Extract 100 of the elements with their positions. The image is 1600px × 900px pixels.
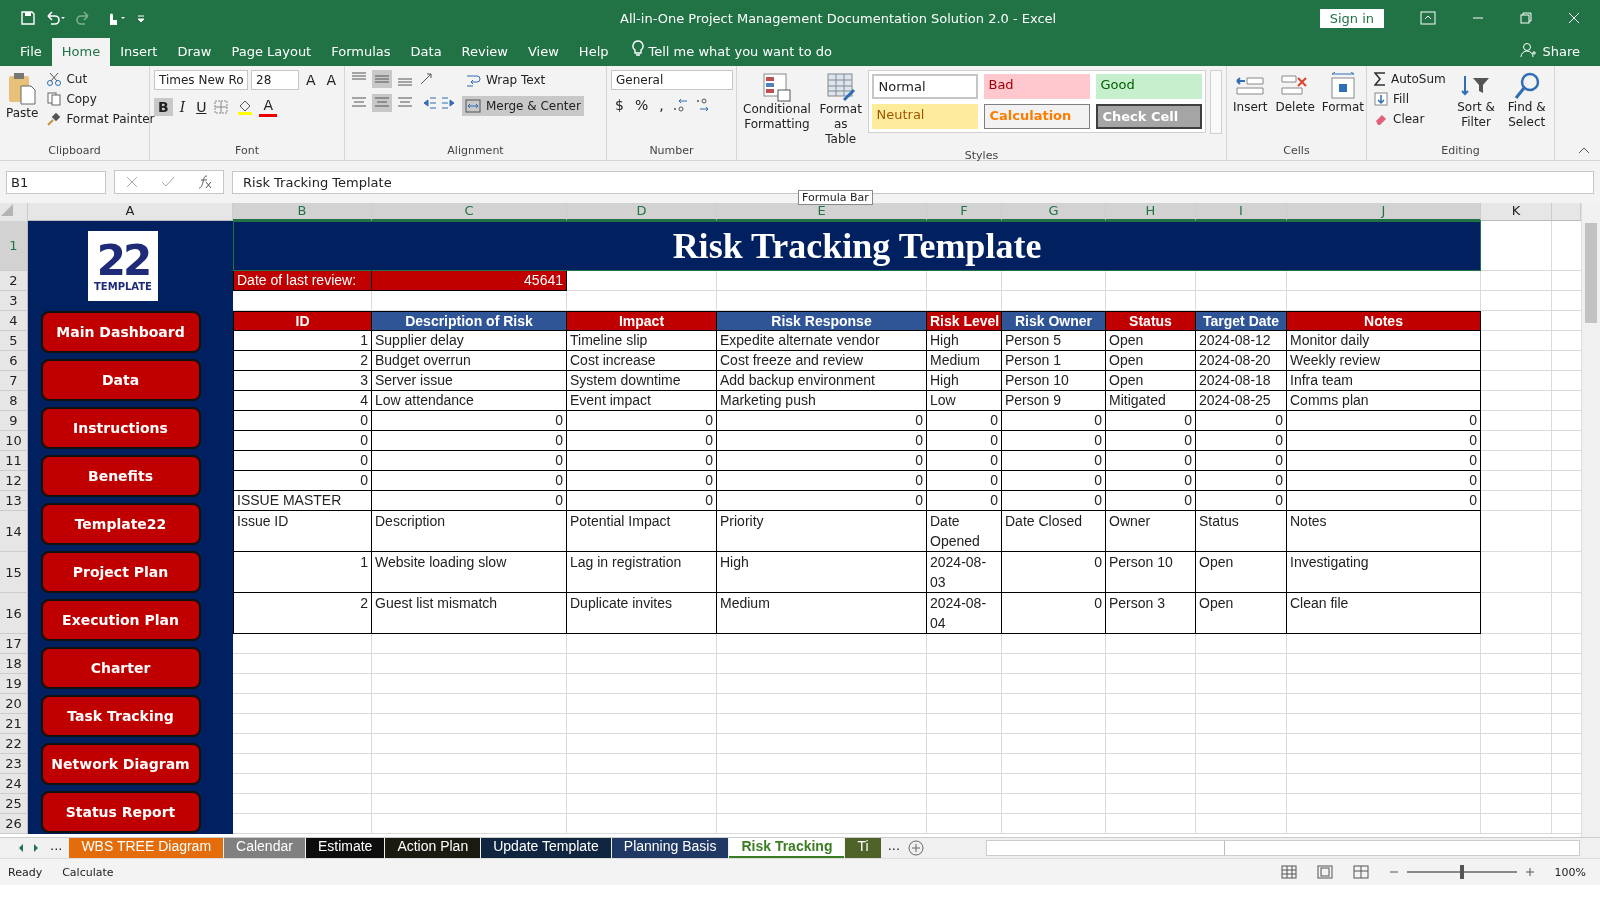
normal-view-icon[interactable] xyxy=(1280,865,1297,879)
gallery-scrollbar[interactable] xyxy=(1210,70,1222,134)
name-box[interactable]: B1 xyxy=(6,170,106,194)
zoom-in-icon[interactable] xyxy=(1524,867,1535,877)
sort-filter-button[interactable]: Sort & Filter xyxy=(1452,70,1500,132)
ribbon-tab[interactable]: Draw xyxy=(167,38,222,66)
align-icon[interactable] xyxy=(372,94,392,112)
column-header[interactable]: B xyxy=(233,203,372,221)
delete-cells-button[interactable]: Delete xyxy=(1273,70,1317,117)
row-header[interactable]: 9 xyxy=(0,411,28,431)
ribbon-tab[interactable]: Data xyxy=(400,38,452,66)
row-header[interactable]: 17 xyxy=(0,634,28,654)
wrap-text-button[interactable]: Wrap Text xyxy=(462,70,584,90)
ribbon-tab[interactable]: Page Layout xyxy=(221,38,322,66)
navigation-button[interactable]: Main Dashboard xyxy=(40,311,201,353)
navigation-button[interactable]: Network Diagram xyxy=(40,743,201,785)
paste-button[interactable]: Paste xyxy=(4,70,41,123)
column-header[interactable]: D xyxy=(567,203,717,221)
row-header[interactable]: 23 xyxy=(0,754,28,774)
currency-button[interactable]: $ xyxy=(611,96,628,114)
row-header[interactable]: 11 xyxy=(0,451,28,471)
sheet-tab[interactable]: Action Plan xyxy=(385,838,481,858)
row-header[interactable]: 22 xyxy=(0,734,28,754)
percent-button[interactable]: % xyxy=(630,96,653,114)
format-cells-button[interactable]: Format xyxy=(1320,70,1365,117)
column-header[interactable]: G xyxy=(1002,203,1106,221)
row-header[interactable]: 15 xyxy=(0,552,28,593)
align-icon[interactable] xyxy=(372,70,392,88)
check-icon[interactable] xyxy=(161,175,175,189)
row-header[interactable]: 6 xyxy=(0,351,28,371)
ribbon-tab[interactable]: Home xyxy=(51,38,111,66)
sheet-tab[interactable]: Planning Basis xyxy=(611,838,729,858)
decrease-font-button[interactable]: A xyxy=(322,71,341,89)
font-name-dropdown[interactable]: Times New Ro xyxy=(154,70,248,90)
sheet-tab[interactable]: Estimate xyxy=(305,838,385,858)
add-sheet-icon[interactable] xyxy=(907,839,926,857)
row-header[interactable]: 10 xyxy=(0,431,28,451)
undo-icon[interactable] xyxy=(44,10,66,26)
ribbon-tab[interactable]: View xyxy=(518,38,569,66)
column-header[interactable]: E xyxy=(717,203,927,221)
cancel-icon[interactable] xyxy=(125,175,139,189)
ribbon-tab[interactable]: Formulas xyxy=(321,38,401,66)
navigation-button[interactable]: Project Plan xyxy=(40,551,201,593)
row-header[interactable]: 16 xyxy=(0,593,28,634)
vertical-scrollbar[interactable] xyxy=(1581,203,1600,837)
sheet-tab[interactable]: Ti xyxy=(845,838,881,858)
insert-cells-button[interactable]: Insert xyxy=(1231,70,1270,117)
bold-button[interactable]: B xyxy=(154,97,173,116)
cell-style-swatch[interactable]: Neutral xyxy=(872,104,979,129)
navigation-button[interactable]: Charter xyxy=(40,647,201,689)
more-sheets-button[interactable]: ... xyxy=(881,838,907,858)
row-header[interactable]: 18 xyxy=(0,654,28,674)
autosum-button[interactable]: AutoSum xyxy=(1371,70,1449,88)
more-sheets-button[interactable]: ... xyxy=(44,838,69,858)
row-header[interactable]: 8 xyxy=(0,391,28,411)
merge-center-button[interactable]: Merge & Center xyxy=(462,96,584,116)
row-header[interactable]: 1 xyxy=(0,221,28,271)
ribbon-tab[interactable]: Help xyxy=(568,38,619,66)
horizontal-scrollbar[interactable] xyxy=(986,840,1580,856)
navigation-button[interactable]: Benefits xyxy=(40,455,201,497)
navigation-button[interactable]: Status Report xyxy=(40,791,201,833)
navigation-button[interactable]: Template22 xyxy=(40,503,201,545)
sheet-tab[interactable]: Calendar xyxy=(224,838,305,858)
restore-icon[interactable] xyxy=(1520,12,1532,24)
row-header[interactable]: 3 xyxy=(0,291,28,311)
zoom-slider-thumb[interactable] xyxy=(1459,865,1464,879)
sign-in-button[interactable]: Sign in xyxy=(1319,8,1384,28)
conditional-formatting-button[interactable]: Conditional Formatting xyxy=(741,70,813,134)
sheet-tab[interactable]: Risk Tracking xyxy=(729,838,845,858)
page-layout-icon[interactable] xyxy=(1316,865,1333,879)
format-as-table-button[interactable]: Format as Table xyxy=(816,70,865,149)
clear-button[interactable]: Clear xyxy=(1371,110,1449,128)
row-header[interactable]: 7 xyxy=(0,371,28,391)
column-header[interactable]: J xyxy=(1287,203,1481,221)
increase-font-button[interactable]: A xyxy=(302,71,320,89)
row-header[interactable]: 25 xyxy=(0,794,28,814)
comma-button[interactable]: , xyxy=(655,96,668,114)
navigation-button[interactable]: Task Tracking xyxy=(40,695,201,737)
row-header[interactable]: 5 xyxy=(0,331,28,351)
font-color-button[interactable]: A xyxy=(259,96,278,117)
row-header[interactable]: 4 xyxy=(0,311,28,331)
page-break-icon[interactable] xyxy=(1352,865,1369,879)
font-size-dropdown[interactable]: 28 xyxy=(251,70,299,90)
ribbon-tab[interactable]: Insert xyxy=(110,38,168,66)
column-header[interactable]: C xyxy=(372,203,567,221)
column-header[interactable]: I xyxy=(1196,203,1287,221)
row-header[interactable]: 20 xyxy=(0,694,28,714)
fill-button[interactable]: Fill xyxy=(1371,90,1449,108)
share-button[interactable]: Share xyxy=(1536,44,1600,66)
formula-field[interactable]: Risk Tracking Template xyxy=(232,170,1594,194)
column-header[interactable]: K xyxy=(1481,203,1552,221)
collapse-ribbon-icon[interactable] xyxy=(1578,146,1590,154)
save-icon[interactable] xyxy=(20,10,36,26)
navigation-button[interactable]: Execution Plan xyxy=(40,599,201,641)
row-header[interactable]: 26 xyxy=(0,814,28,834)
number-format-dropdown[interactable]: General xyxy=(611,70,733,90)
close-icon[interactable] xyxy=(1568,12,1580,24)
underline-button[interactable]: U xyxy=(192,97,211,116)
navigation-button[interactable]: Instructions xyxy=(40,407,201,449)
ribbon-tab[interactable]: File xyxy=(10,38,52,66)
